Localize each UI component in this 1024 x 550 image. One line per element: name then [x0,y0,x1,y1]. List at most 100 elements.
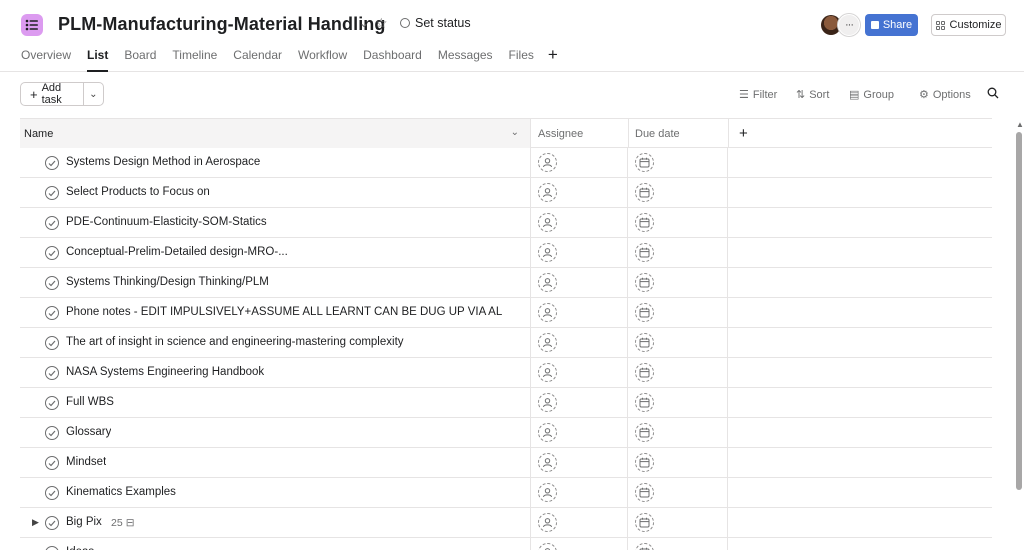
calendar-icon[interactable] [635,273,654,292]
due-date-cell[interactable] [629,238,728,267]
search-icon[interactable] [987,87,999,99]
task-name[interactable]: Mindset [66,456,106,468]
assignee-cell[interactable] [532,238,628,267]
task-name-cell[interactable]: Kinematics Examples [20,478,531,507]
due-date-cell[interactable] [629,298,728,327]
more-members-button[interactable]: ··· [838,14,860,36]
task-name-cell[interactable]: Conceptual-Prelim-Detailed design-MRO-..… [20,238,531,267]
assignee-cell[interactable] [532,328,628,357]
table-row[interactable]: Kinematics Examples [20,478,992,508]
complete-check-icon[interactable] [45,246,59,260]
due-date-cell[interactable] [629,388,728,417]
tab-board[interactable]: Board [124,47,156,71]
complete-check-icon[interactable] [45,486,59,500]
due-date-cell[interactable] [629,538,728,550]
calendar-icon[interactable] [635,213,654,232]
assignee-cell[interactable] [532,538,628,550]
assignee-cell[interactable] [532,388,628,417]
task-name[interactable]: Select Products to Focus on [66,186,210,198]
calendar-icon[interactable] [635,543,654,550]
task-name-cell[interactable]: Full WBS [20,388,531,417]
table-row[interactable]: NASA Systems Engineering Handbook [20,358,992,388]
project-title[interactable]: PLM-Manufacturing-Material Handling [58,14,386,35]
task-name[interactable]: NASA Systems Engineering Handbook [66,366,264,378]
task-name[interactable]: PDE-Continuum-Elasticity-SOM-Statics [66,216,267,228]
share-button[interactable]: Share [865,14,918,36]
group-button[interactable]: ▤ Group [849,88,894,102]
task-name-cell[interactable]: NASA Systems Engineering Handbook [20,358,531,387]
task-name[interactable]: Conceptual-Prelim-Detailed design-MRO-..… [66,246,288,258]
assign-user-icon[interactable] [538,303,557,322]
task-name[interactable]: Big Pix [66,516,102,528]
task-name-cell[interactable]: Ideas [20,538,531,550]
due-date-cell[interactable] [629,508,728,537]
task-name[interactable]: The art of insight in science and engine… [66,336,404,348]
filter-button[interactable]: ☰ Filter [739,88,777,102]
calendar-icon[interactable] [635,333,654,352]
complete-check-icon[interactable] [45,546,59,550]
assignee-cell[interactable] [532,418,628,447]
task-name[interactable]: Kinematics Examples [66,486,176,498]
table-row[interactable]: PDE-Continuum-Elasticity-SOM-Statics [20,208,992,238]
table-row[interactable]: Phone notes - EDIT IMPULSIVELY+ASSUME AL… [20,298,992,328]
due-date-cell[interactable] [629,418,728,447]
complete-check-icon[interactable] [45,336,59,350]
due-date-cell[interactable] [629,148,728,177]
calendar-icon[interactable] [635,243,654,262]
add-column-plus-icon[interactable]: + [739,125,748,142]
task-name-cell[interactable]: Mindset [20,448,531,477]
complete-check-icon[interactable] [45,366,59,380]
assign-user-icon[interactable] [538,243,557,262]
calendar-icon[interactable] [635,513,654,532]
task-name-cell[interactable]: Select Products to Focus on [20,178,531,207]
assign-user-icon[interactable] [538,393,557,412]
due-date-cell[interactable] [629,478,728,507]
assignee-cell[interactable] [532,358,628,387]
add-tab-plus-icon[interactable]: + [548,46,558,71]
assignee-cell[interactable] [532,148,628,177]
calendar-icon[interactable] [635,483,654,502]
complete-check-icon[interactable] [45,306,59,320]
complete-check-icon[interactable] [45,426,59,440]
add-task-button[interactable]: + Add task [21,82,84,106]
table-row[interactable]: The art of insight in science and engine… [20,328,992,358]
tab-list[interactable]: List [87,47,109,72]
column-header-assignee[interactable]: Assignee [532,119,629,148]
table-row[interactable]: ▶ Big Pix 25 ⊟ [20,508,992,538]
due-date-cell[interactable] [629,358,728,387]
assign-user-icon[interactable] [538,363,557,382]
chevron-down-icon[interactable]: ⌄ [84,89,103,100]
complete-check-icon[interactable] [45,216,59,230]
tab-overview[interactable]: Overview [21,47,71,71]
assign-user-icon[interactable] [538,273,557,292]
due-date-cell[interactable] [629,208,728,237]
task-name-cell[interactable]: PDE-Continuum-Elasticity-SOM-Statics [20,208,531,237]
options-button[interactable]: ⚙ Options [919,88,971,102]
assign-user-icon[interactable] [538,183,557,202]
calendar-icon[interactable] [635,423,654,442]
task-name-cell[interactable]: Systems Thinking/Design Thinking/PLM [20,268,531,297]
table-row[interactable]: Full WBS [20,388,992,418]
task-name[interactable]: Systems Design Method in Aerospace [66,156,260,168]
complete-check-icon[interactable] [45,456,59,470]
complete-check-icon[interactable] [45,156,59,170]
task-name[interactable]: Phone notes - EDIT IMPULSIVELY+ASSUME AL… [66,306,502,318]
task-name[interactable]: Systems Thinking/Design Thinking/PLM [66,276,269,288]
assignee-cell[interactable] [532,268,628,297]
calendar-icon[interactable] [635,153,654,172]
table-row[interactable]: Mindset [20,448,992,478]
assignee-cell[interactable] [532,298,628,327]
tab-workflow[interactable]: Workflow [298,47,347,71]
table-row[interactable]: Systems Design Method in Aerospace [20,148,992,178]
assign-user-icon[interactable] [538,333,557,352]
assignee-cell[interactable] [532,478,628,507]
table-row[interactable]: Conceptual-Prelim-Detailed design-MRO-..… [20,238,992,268]
task-name-cell[interactable]: Glossary [20,418,531,447]
due-date-cell[interactable] [629,178,728,207]
assignee-cell[interactable] [532,208,628,237]
chevron-down-icon[interactable]: ⌄ [359,16,369,30]
task-name-cell[interactable]: The art of insight in science and engine… [20,328,531,357]
assign-user-icon[interactable] [538,513,557,532]
calendar-icon[interactable] [635,453,654,472]
column-header-due-date[interactable]: Due date [629,119,729,148]
